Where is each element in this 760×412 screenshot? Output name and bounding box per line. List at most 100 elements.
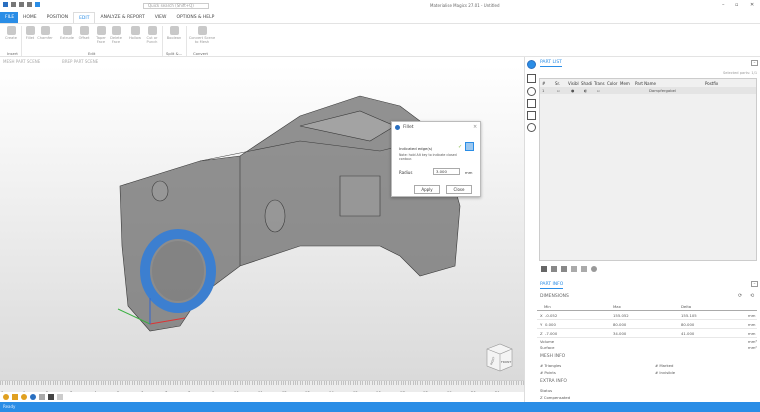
check-icon: ✓ xyxy=(458,144,463,150)
view-icon[interactable] xyxy=(527,123,536,132)
extrude-button[interactable]: Extrude xyxy=(59,26,75,40)
chamfer-button[interactable]: Chamfer xyxy=(37,26,53,40)
delete-face-button[interactable]: Delete Face xyxy=(108,26,124,44)
dimensions-header: Min Max Delta xyxy=(537,302,757,311)
save-icon[interactable] xyxy=(27,2,32,7)
cut-or-punch-button[interactable]: Cut or Punch xyxy=(144,26,160,44)
panel-menu-button[interactable]: – xyxy=(751,60,758,66)
close-button[interactable]: ✕ xyxy=(750,2,754,8)
part-list-tool-icon[interactable] xyxy=(571,266,577,272)
part-list-tool-icon[interactable] xyxy=(551,266,557,272)
dimension-row-z: Z -7.000 34.000 41.000 mm xyxy=(537,329,757,338)
fillet-button[interactable]: Fillet xyxy=(22,26,38,40)
app-icon xyxy=(3,2,8,7)
indicate-edge-button[interactable] xyxy=(465,142,474,151)
group-split: Split &... xyxy=(166,51,183,56)
tab-file[interactable]: FILE xyxy=(0,12,18,23)
group-edit: Edit xyxy=(88,51,96,56)
extra-info-heading: EXTRA INFO xyxy=(540,379,567,384)
view-toolbar xyxy=(0,392,524,402)
window-title: Materialise Magics 27.01 - Untitled xyxy=(430,3,500,8)
view-direction-icon[interactable] xyxy=(39,394,45,400)
ruler: 0 1 2 3 4 5 6 7 8 9 10 11 12 13 14 15 16… xyxy=(0,380,524,395)
convert-icon xyxy=(197,26,207,35)
measure-icon[interactable] xyxy=(527,74,536,83)
group-insert: Insert xyxy=(7,51,18,56)
tab-mesh-part-scene[interactable]: MESH PART SCENE xyxy=(3,59,40,64)
home-icon[interactable] xyxy=(11,2,16,7)
status-bar: Ready xyxy=(0,402,760,412)
rotate-view-icon[interactable] xyxy=(30,394,36,400)
tab-brep-part-scene[interactable]: BREP PART SCENE xyxy=(62,59,98,64)
part-list-tool-icon[interactable] xyxy=(541,266,547,272)
tab-position[interactable]: POSITION xyxy=(42,12,73,23)
3d-viewport[interactable]: RIGHT FRONT xyxy=(0,66,524,380)
fillet-dialog: Fillet × Indicated edge(s) ✓ Note: hold … xyxy=(391,121,481,197)
minimize-button[interactable]: – xyxy=(722,2,725,8)
close-dialog-button[interactable]: Close xyxy=(446,185,472,194)
render-mode-icon[interactable] xyxy=(48,394,54,400)
radius-unit: mm xyxy=(465,170,473,175)
tab-options-help[interactable]: OPTIONS & HELP xyxy=(171,12,219,23)
dimensions-heading: DIMENSIONS xyxy=(540,294,569,299)
hollow-icon xyxy=(130,26,140,35)
tab-analyze-report[interactable]: ANALYZE & REPORT xyxy=(95,12,149,23)
scene-tabs: MESH PART SCENE BREP PART SCENE xyxy=(0,58,524,66)
dialog-title: Fillet xyxy=(403,125,414,130)
part-list-tool-icon[interactable] xyxy=(581,266,587,272)
boolean-button[interactable]: Boolean xyxy=(165,26,183,40)
auto-update-icon[interactable]: ⟲ xyxy=(750,293,754,299)
section-icon[interactable] xyxy=(527,87,536,96)
ribbon: Create Fillet Chamfer Extrude Offset Tap… xyxy=(0,23,760,57)
quick-search-input[interactable]: Quick search (Shift+Q) xyxy=(143,3,209,9)
zoom-fit-icon[interactable] xyxy=(21,394,27,400)
create-button[interactable]: Create xyxy=(3,26,19,40)
taper-face-button[interactable]: Taper Face xyxy=(93,26,109,44)
transparency-checkbox[interactable]: ▫ xyxy=(597,88,600,93)
quick-access-toolbar[interactable] xyxy=(3,2,63,9)
volume-label: Volume xyxy=(540,339,555,344)
hollow-button[interactable]: Hollow xyxy=(127,26,143,40)
shading-icon[interactable]: ◐ xyxy=(584,88,587,93)
radius-input[interactable]: 3.000 xyxy=(433,168,460,175)
part-info-menu-button[interactable]: – xyxy=(751,281,758,287)
apply-button[interactable]: Apply xyxy=(414,185,440,194)
undo-icon[interactable] xyxy=(35,2,40,7)
maximize-button[interactable]: ▫ xyxy=(735,2,738,8)
text-annotation-icon[interactable] xyxy=(57,394,63,400)
fillet-dialog-icon xyxy=(395,125,400,130)
refresh-icon[interactable]: ⟳ xyxy=(738,293,742,299)
group-convert: Convert xyxy=(193,51,209,56)
part-list-tab[interactable]: PART LIST xyxy=(540,60,562,67)
view-cube[interactable]: RIGHT FRONT xyxy=(486,343,513,372)
triangle-icon[interactable] xyxy=(527,99,536,108)
dialog-close-icon[interactable]: × xyxy=(473,124,477,130)
part-list-tool-icon[interactable] xyxy=(561,266,567,272)
tab-view[interactable]: VIEW xyxy=(150,12,172,23)
part-row[interactable]: 1 ▫ ● ◐ ▫ Dampfergabel xyxy=(540,87,756,94)
mesh-info-heading: MESH INFO xyxy=(540,354,566,359)
offset-button[interactable]: Offset xyxy=(76,26,92,40)
title-bar: Quick search (Shift+Q) Materialise Magic… xyxy=(0,0,760,11)
part-info-tab[interactable]: PART INFO xyxy=(540,282,564,289)
tab-home[interactable]: HOME xyxy=(18,12,42,23)
zoom-icon[interactable] xyxy=(3,394,9,400)
convert-scene-button[interactable]: Convert Scene to Mesh xyxy=(188,26,216,44)
menu-tabs: FILE HOME POSITION EDIT ANALYZE & REPORT… xyxy=(0,12,760,23)
view-cube-front: FRONT xyxy=(501,360,511,364)
delete-face-icon xyxy=(111,26,121,35)
part-list-toggle-icon[interactable] xyxy=(527,60,536,69)
tab-edit[interactable]: EDIT xyxy=(73,12,96,23)
part-model[interactable]: RIGHT FRONT xyxy=(0,66,524,380)
part-list-table: # Sr. Visibl Shadi Trans Color Mem Part … xyxy=(539,78,757,261)
part-list-tool-icon[interactable] xyxy=(591,266,597,272)
create-icon xyxy=(6,26,16,35)
extrude-icon xyxy=(62,26,72,35)
annotate-icon[interactable] xyxy=(527,111,536,120)
select-checkbox[interactable]: ▫ xyxy=(557,88,560,93)
selected-parts-count: Selected parts: 1/1 xyxy=(723,71,758,75)
dimension-row-x: X -0.052 155.052 155.105 mm xyxy=(537,311,757,320)
zoom-window-icon[interactable] xyxy=(12,394,18,400)
import-icon[interactable] xyxy=(19,2,24,7)
visible-icon[interactable]: ● xyxy=(571,88,574,93)
